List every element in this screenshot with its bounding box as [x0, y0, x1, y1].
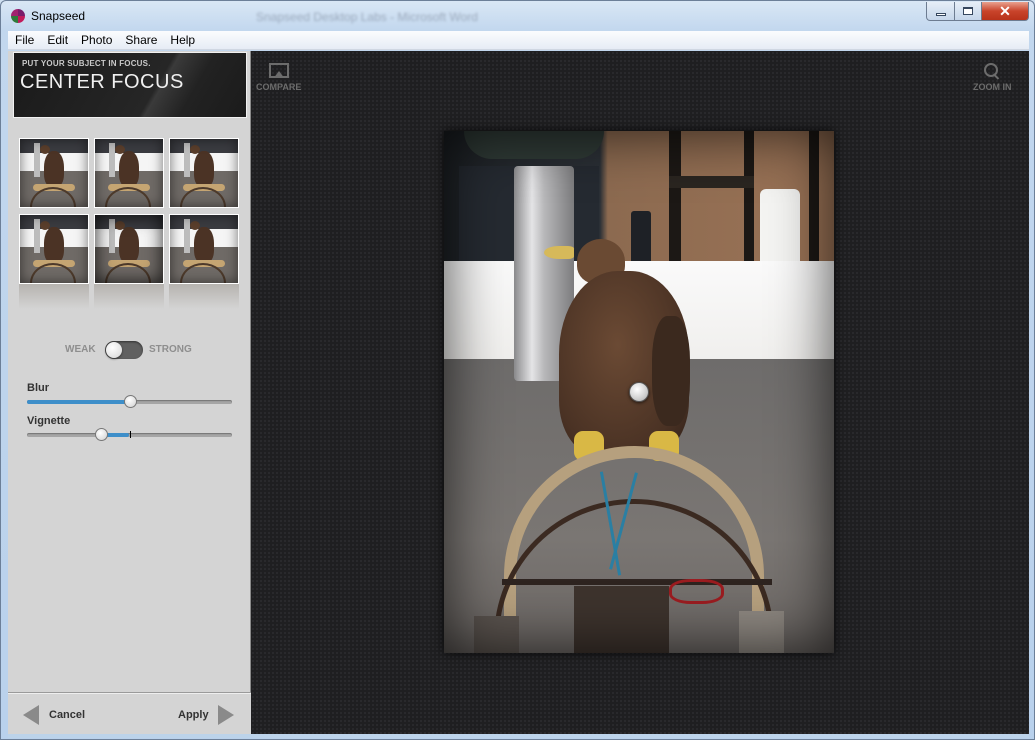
vignette-label: Vignette: [27, 415, 71, 427]
menu-file[interactable]: File: [8, 33, 40, 47]
minimize-icon: [935, 12, 946, 16]
preset-reflection: [19, 284, 244, 309]
window-title: Snapseed: [31, 9, 86, 23]
strength-toggle[interactable]: [105, 341, 143, 359]
cancel-label: Cancel: [49, 709, 86, 721]
preset-thumbnail[interactable]: [19, 138, 89, 208]
apply-label: Apply: [178, 709, 209, 721]
filter-subtitle: PUT YOUR SUBJECT IN FOCUS.: [22, 59, 151, 68]
image-canvas: COMPARE ZOOM IN: [251, 51, 1029, 734]
zoom-in-label: ZOOM IN: [973, 82, 1012, 92]
filter-panel: PUT YOUR SUBJECT IN FOCUS. CENTER FOCUS …: [8, 51, 251, 734]
title-bar[interactable]: Snapseed Snapseed Desktop Labs - Microso…: [1, 1, 1034, 31]
menu-photo[interactable]: Photo: [74, 33, 118, 47]
preset-thumbnail[interactable]: [19, 214, 89, 284]
compare-label: COMPARE: [256, 82, 302, 92]
menu-share[interactable]: Share: [118, 33, 163, 47]
minimize-button[interactable]: [926, 2, 955, 21]
maximize-button[interactable]: [955, 2, 982, 21]
close-button[interactable]: ✕: [982, 2, 1029, 21]
menu-edit[interactable]: Edit: [40, 33, 74, 47]
background-window-title: Snapseed Desktop Labs - Microsoft Word: [256, 10, 478, 24]
toggle-knob[interactable]: [106, 342, 122, 358]
blur-slider-fill: [27, 400, 130, 404]
forward-arrow-icon: [217, 705, 234, 725]
vignette-slider-thumb[interactable]: [94, 428, 108, 441]
preset-thumbnail[interactable]: [94, 138, 164, 208]
focus-center-handle[interactable]: [629, 382, 649, 402]
maximize-icon: [963, 7, 973, 15]
close-icon: ✕: [999, 2, 1011, 19]
vignette-slider[interactable]: [27, 428, 232, 441]
strength-toggle-row: WEAK STRONG: [8, 341, 251, 359]
window-bottom-border: [8, 734, 1029, 738]
vignette-default-mark: [129, 431, 131, 438]
zoom-in-button[interactable]: ZOOM IN: [973, 63, 1012, 92]
cancel-button[interactable]: Cancel: [23, 705, 85, 725]
photo-preview[interactable]: [444, 131, 834, 653]
weak-label: WEAK: [65, 344, 96, 355]
filter-header: PUT YOUR SUBJECT IN FOCUS. CENTER FOCUS: [13, 52, 247, 118]
blur-slider-thumb[interactable]: [123, 395, 137, 408]
back-arrow-icon: [23, 705, 39, 725]
preset-thumbnail[interactable]: [169, 214, 239, 284]
blur-slider[interactable]: [27, 395, 232, 408]
snapseed-logo-icon: [11, 9, 25, 23]
panel-footer: Cancel Apply: [8, 692, 251, 734]
strong-label: STRONG: [149, 344, 192, 355]
menu-help[interactable]: Help: [163, 33, 201, 47]
magnifier-icon: [984, 63, 1000, 79]
blur-label: Blur: [27, 382, 49, 394]
compare-button[interactable]: COMPARE: [256, 63, 301, 92]
app-window: Snapseed Snapseed Desktop Labs - Microso…: [0, 0, 1035, 740]
filter-title: CENTER FOCUS: [20, 71, 184, 93]
preset-grid: [19, 138, 244, 284]
image-icon: [268, 63, 289, 78]
preset-thumbnail[interactable]: [94, 214, 164, 284]
apply-button[interactable]: Apply: [178, 705, 234, 725]
menu-bar: File Edit Photo Share Help: [8, 31, 1029, 50]
preset-thumbnail[interactable]: [169, 138, 239, 208]
